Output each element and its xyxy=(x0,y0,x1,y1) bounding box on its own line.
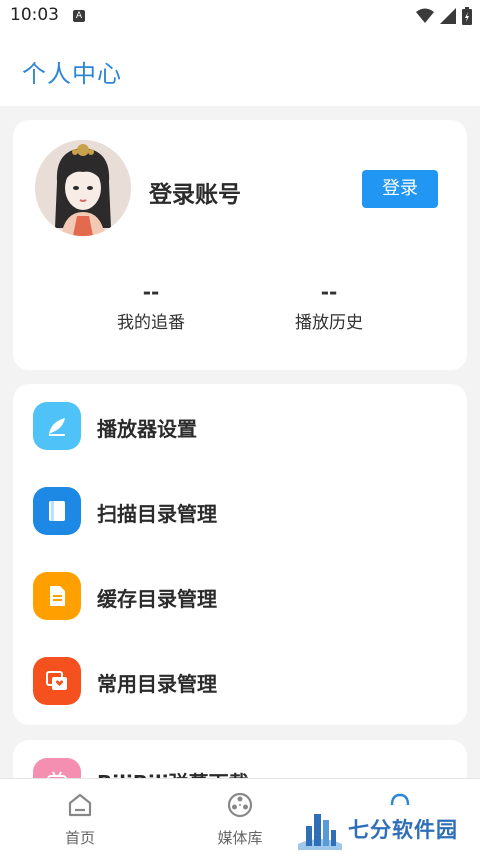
document-icon xyxy=(33,572,81,620)
menu-item-label: 扫描目录管理 xyxy=(97,502,217,526)
status-icons xyxy=(416,7,472,25)
menu-card: 播放器设置 扫描目录管理 缓存目录管理 常用目录管理 xyxy=(13,384,467,725)
app-header: 个人中心 xyxy=(0,34,480,106)
stat-following-label: 我的追番 xyxy=(117,313,185,333)
feather-icon xyxy=(33,402,81,450)
avatar[interactable] xyxy=(35,140,131,236)
nav-media-library-label: 媒体库 xyxy=(217,829,263,847)
nav-home-label: 首页 xyxy=(64,829,95,847)
building-logo-icon xyxy=(298,814,342,850)
menu-item-label: 播放器设置 xyxy=(97,417,197,441)
menu-item-cache-directory[interactable]: 缓存目录管理 xyxy=(13,554,467,639)
account-name[interactable]: 登录账号 xyxy=(149,175,241,209)
menu-item-label: 常用目录管理 xyxy=(97,672,217,696)
menu-item-label: 缓存目录管理 xyxy=(97,587,217,611)
signal-icon xyxy=(440,8,456,24)
login-button[interactable]: 登录 xyxy=(362,170,438,208)
page-title: 个人中心 xyxy=(22,60,122,88)
stat-following[interactable]: -- 我的追番 xyxy=(86,278,216,333)
stat-play-history-label: 播放历史 xyxy=(295,313,363,333)
menu-item-player-settings[interactable]: 播放器设置 xyxy=(13,384,467,469)
wifi-icon xyxy=(416,8,434,23)
status-time: 10:03 xyxy=(10,5,59,25)
menu-item-common-directory[interactable]: 常用目录管理 xyxy=(13,639,467,724)
profile-card: 登录账号 登录 -- 我的追番 -- 播放历史 xyxy=(13,120,467,370)
nav-media-library[interactable]: 媒体库 xyxy=(190,791,290,848)
stat-play-history[interactable]: -- 播放历史 xyxy=(264,278,394,333)
notification-badge: A xyxy=(73,10,85,22)
menu-item-scan-directory[interactable]: 扫描目录管理 xyxy=(13,469,467,554)
battery-icon xyxy=(462,7,472,25)
status-bar: 10:03 A xyxy=(0,0,480,34)
stat-following-value: -- xyxy=(142,280,160,304)
watermark-logo: 七分软件园 xyxy=(296,800,476,854)
film-reel-icon xyxy=(227,792,253,818)
home-icon xyxy=(68,793,92,817)
folder-heart-icon xyxy=(33,657,81,705)
nav-home[interactable]: 首页 xyxy=(30,791,130,848)
stat-play-history-value: -- xyxy=(320,280,338,304)
book-icon xyxy=(33,487,81,535)
watermark-text: 七分软件园 xyxy=(348,818,458,842)
